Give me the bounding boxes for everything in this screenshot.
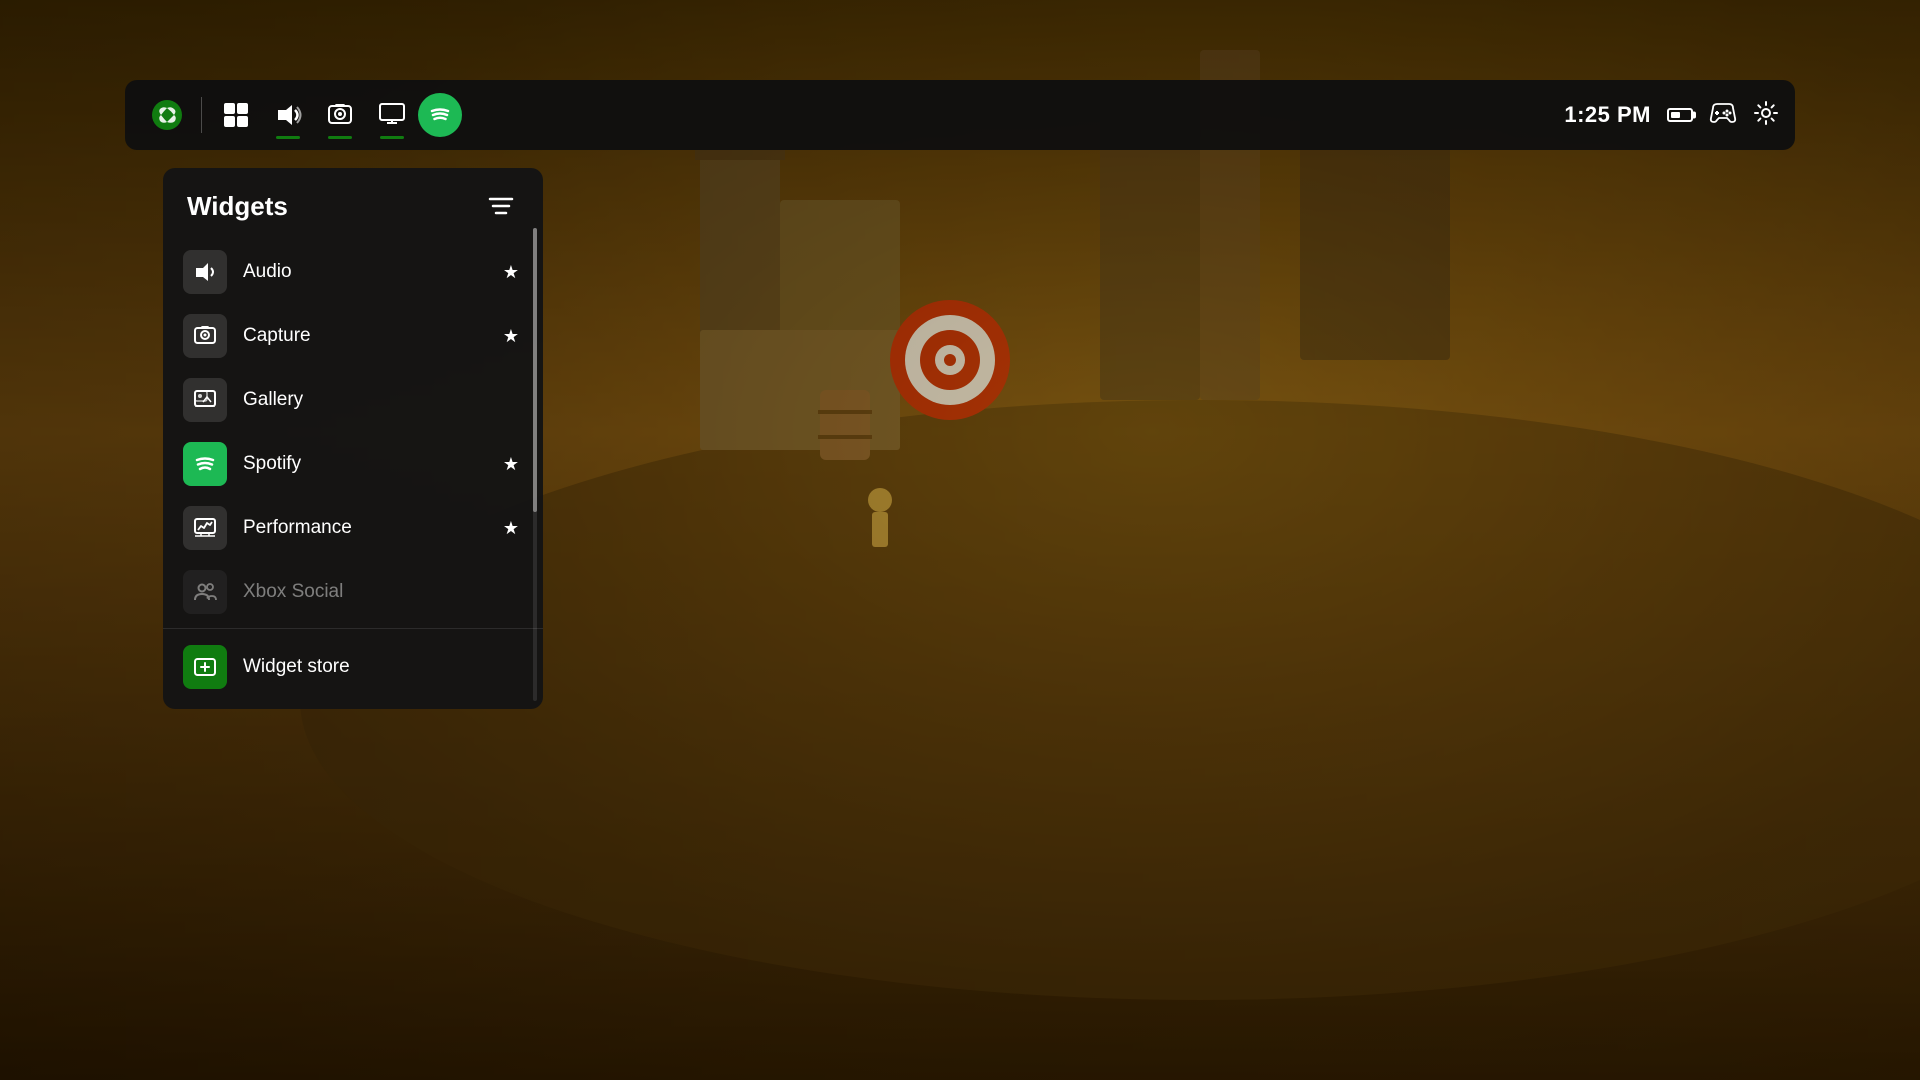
widget-store-divider [163, 628, 543, 629]
time-section: 1:25 PM [1564, 100, 1779, 131]
audio-star-button[interactable]: ★ [499, 260, 523, 284]
filter-icon [488, 195, 514, 217]
display-nav-button[interactable] [366, 89, 418, 141]
battery-body [1667, 108, 1693, 122]
widget-store-name: Widget store [243, 656, 523, 678]
widget-store-icon-wrap [183, 645, 227, 689]
performance-widget-name: Performance [243, 517, 483, 539]
widgets-title: Widgets [187, 191, 288, 222]
spotify-widget-name: Spotify [243, 453, 483, 475]
gallery-widget-icon [193, 388, 217, 412]
top-navigation-bar: 1:25 PM [125, 80, 1795, 150]
widget-item-capture[interactable]: Capture ★ [163, 304, 543, 368]
performance-star-button[interactable]: ★ [499, 516, 523, 540]
audio-widget-icon-wrap [183, 250, 227, 294]
widget-item-spotify[interactable]: Spotify ★ [163, 432, 543, 496]
controller-icon [1709, 102, 1737, 129]
capture-widget-icon [193, 324, 217, 348]
xbox-social-widget-name: Xbox Social [243, 581, 523, 603]
spotify-nav-button[interactable] [418, 93, 462, 137]
widget-item-gallery[interactable]: Gallery [163, 368, 543, 432]
widget-store-item[interactable]: Widget store [163, 633, 543, 701]
widgets-panel: Widgets Audio ★ [163, 168, 543, 709]
widget-item-performance[interactable]: Performance ★ [163, 496, 543, 560]
capture-icon [326, 101, 354, 129]
scroll-track [533, 228, 537, 701]
settings-icon [1753, 100, 1779, 126]
audio-widget-name: Audio [243, 261, 483, 283]
multiview-icon [222, 101, 250, 129]
performance-widget-icon [193, 516, 217, 540]
scroll-thumb[interactable] [533, 228, 537, 512]
xbox-logo-icon [151, 99, 183, 131]
widgets-header: Widgets [163, 168, 543, 240]
widget-item-xbox-social[interactable]: Xbox Social [163, 560, 543, 624]
spotify-icon [427, 102, 453, 128]
audio-widget-icon [193, 260, 217, 284]
xbox-logo-button[interactable] [141, 89, 193, 141]
multiview-nav-button[interactable] [210, 89, 262, 141]
time-display: 1:25 PM [1564, 102, 1651, 128]
spotify-widget-icon-wrap [183, 442, 227, 486]
widget-item-audio[interactable]: Audio ★ [163, 240, 543, 304]
battery-fill [1671, 112, 1680, 118]
widget-store-icon [193, 655, 217, 679]
capture-star-button[interactable]: ★ [499, 324, 523, 348]
capture-widget-name: Capture [243, 325, 483, 347]
xbox-social-widget-icon-wrap [183, 570, 227, 614]
performance-widget-icon-wrap [183, 506, 227, 550]
display-icon [378, 101, 406, 129]
filter-button[interactable] [483, 188, 519, 224]
capture-widget-icon-wrap [183, 314, 227, 358]
xbox-social-widget-icon [193, 580, 217, 604]
spotify-widget-icon [193, 452, 217, 476]
audio-nav-button[interactable] [262, 89, 314, 141]
gallery-widget-name: Gallery [243, 389, 523, 411]
battery-indicator [1667, 108, 1693, 122]
gallery-widget-icon-wrap [183, 378, 227, 422]
controller-svg [1709, 102, 1737, 124]
settings-nav-button[interactable] [1753, 100, 1779, 131]
audio-icon [274, 101, 302, 129]
capture-nav-button[interactable] [314, 89, 366, 141]
spotify-star-button[interactable]: ★ [499, 452, 523, 476]
nav-divider-1 [201, 97, 202, 133]
